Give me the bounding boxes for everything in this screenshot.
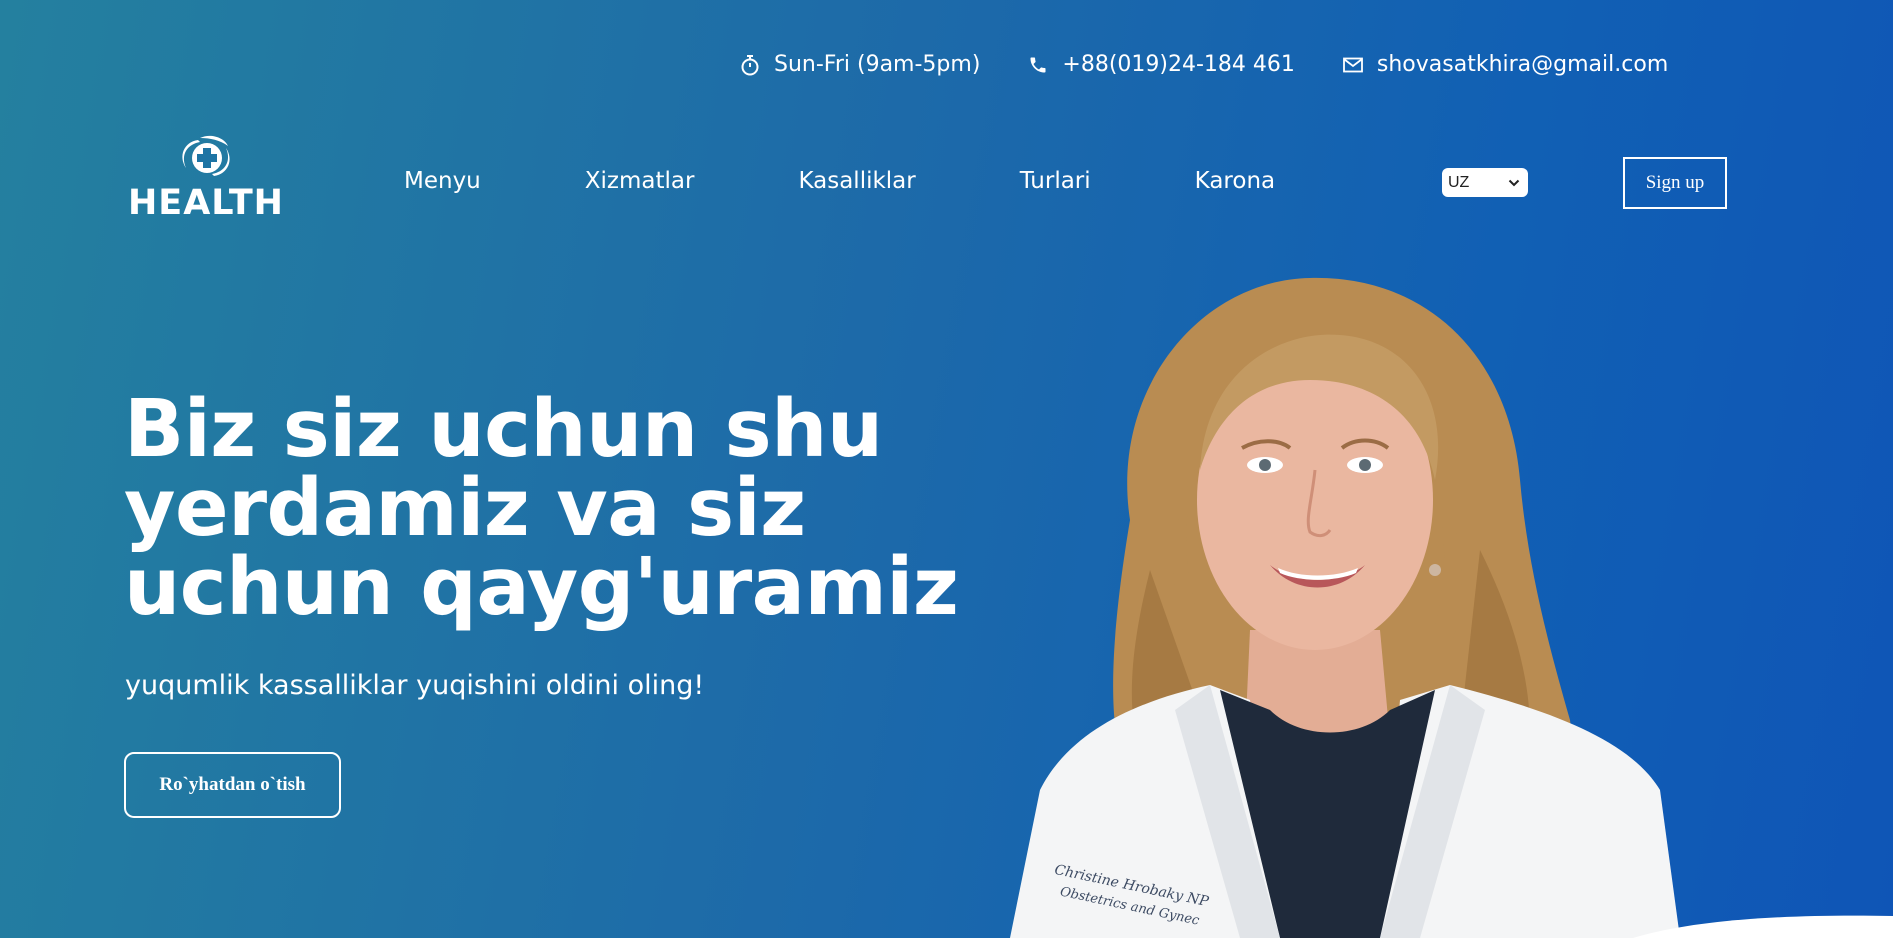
nav-item-xizmatlar[interactable]: Xizmatlar: [585, 168, 695, 194]
logo[interactable]: HEALTH: [127, 134, 285, 221]
nav-item-turlari[interactable]: Turlari: [1020, 168, 1091, 194]
phone-text: +88(019)24-184 461: [1062, 52, 1295, 77]
mail-icon: [1343, 57, 1363, 72]
hours-info: Sun-Fri (9am-5pm): [740, 52, 980, 77]
email-text: shovasatkhira@gmail.com: [1376, 52, 1669, 77]
hero-title: Biz siz uchun shu yerdamiz va siz uchun …: [124, 390, 1004, 627]
nav-item-menyu[interactable]: Menyu: [404, 168, 481, 194]
contact-bar: Sun-Fri (9am-5pm) +88(019)24-184 461 sho…: [740, 52, 1668, 77]
language-selected-value: UZ: [1448, 173, 1470, 191]
nav-item-kasalliklar[interactable]: Kasalliklar: [798, 168, 915, 194]
main-nav: Menyu Xizmatlar Kasalliklar Turlari Karo…: [404, 168, 1275, 194]
phone-icon: [1030, 57, 1046, 72]
phone-info[interactable]: +88(019)24-184 461: [1028, 52, 1295, 77]
language-select[interactable]: UZ: [1442, 168, 1528, 197]
chevron-down-icon: [1508, 179, 1520, 186]
hours-text: Sun-Fri (9am-5pm): [774, 52, 981, 77]
medical-cross-logo-icon: [182, 135, 230, 176]
stopwatch-icon: [741, 54, 759, 75]
hero-subtitle: yuqumlik kassalliklar yuqishini oldini o…: [125, 670, 705, 701]
doctor-photo: Christine Hrobaky NP Obstetrics and Gyne…: [1010, 277, 1680, 938]
register-button[interactable]: Ro`yhatdan o`tish: [124, 752, 341, 818]
decorative-wave: [1633, 915, 1893, 938]
signup-button[interactable]: Sign up: [1623, 157, 1727, 209]
logo-text: HEALTH: [128, 183, 284, 223]
nav-item-karona[interactable]: Karona: [1195, 168, 1275, 194]
email-info[interactable]: shovasatkhira@gmail.com: [1343, 52, 1668, 77]
hero-title-line-3: uchun qayg'uramiz: [124, 541, 959, 633]
